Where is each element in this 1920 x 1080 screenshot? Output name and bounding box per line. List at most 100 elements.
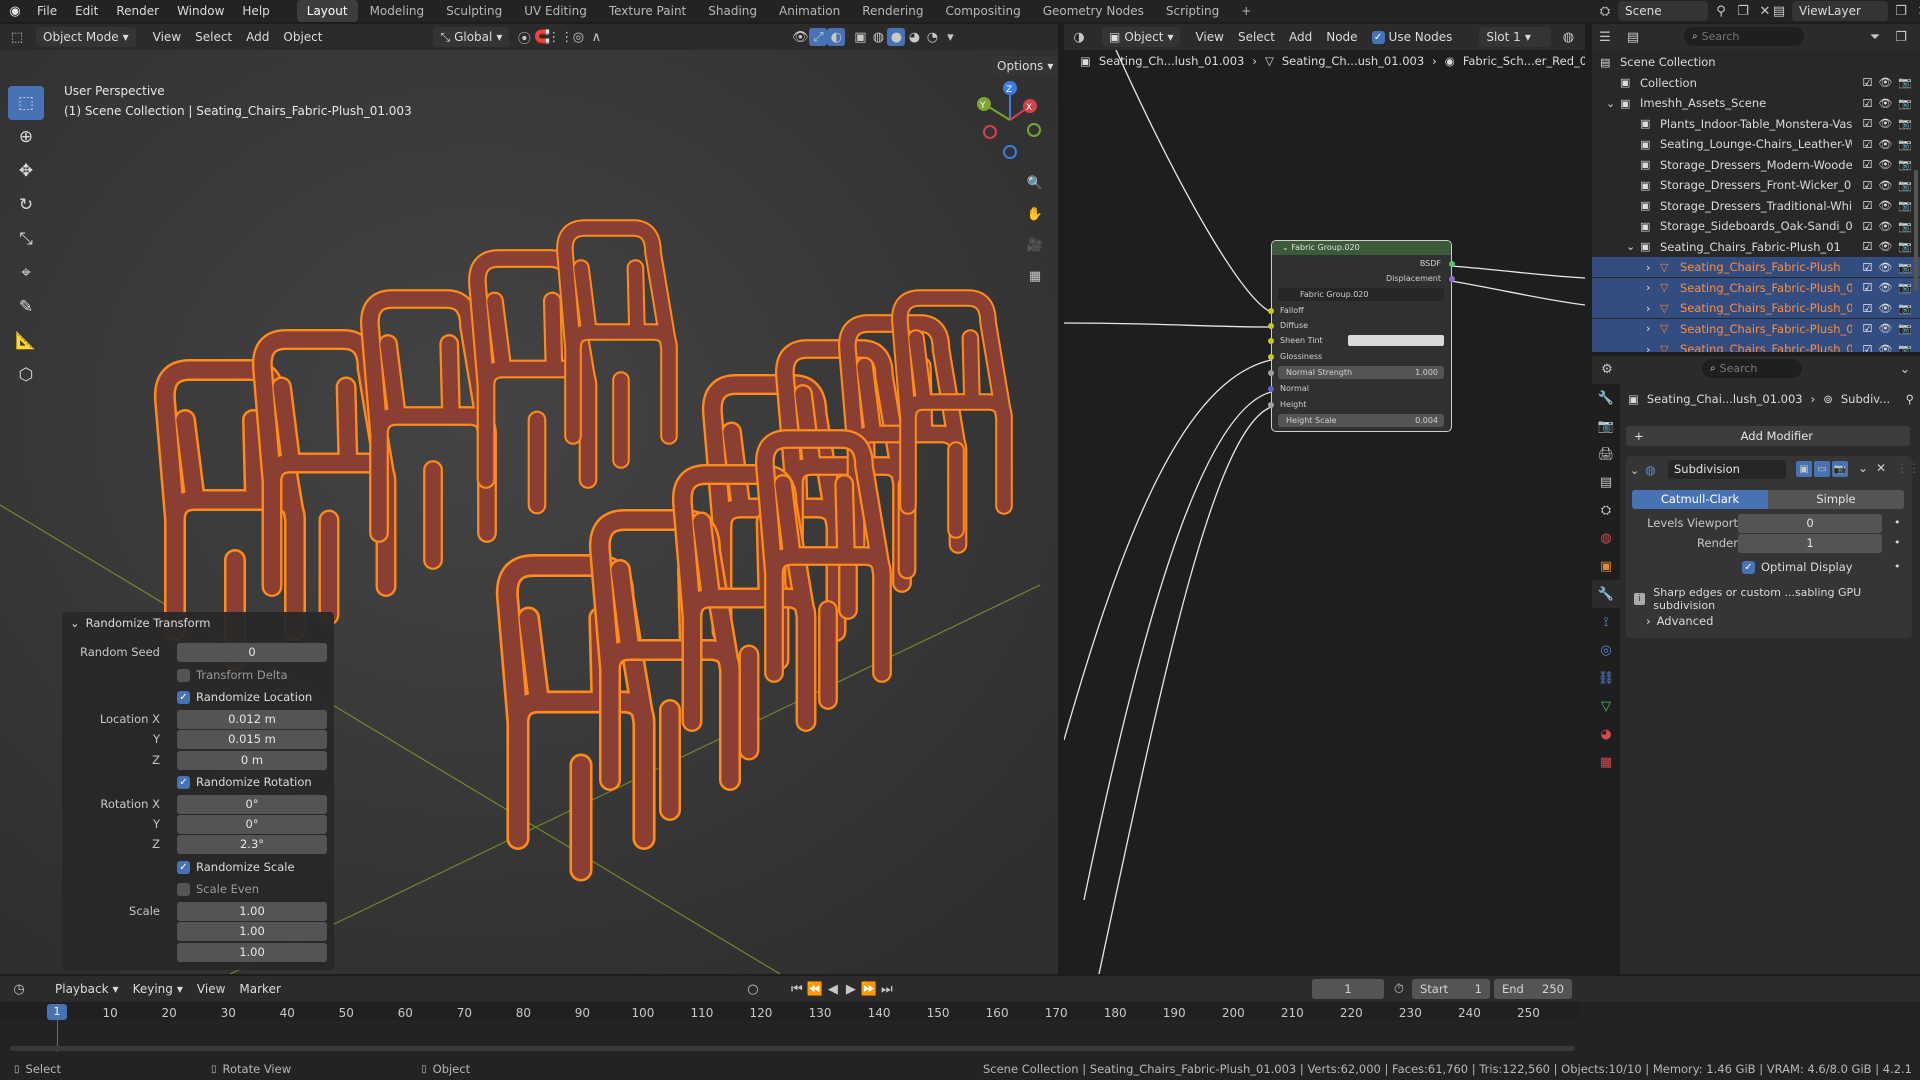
outliner-row[interactable]: ⌄ ▣ Imeshh_Assets_Scene ☑ 👁 📷 (1592, 93, 1920, 113)
editor-type-icon[interactable]: ⬚ (8, 28, 26, 46)
scale-y-field[interactable]: 1.00 (177, 921, 327, 941)
add-modifier-button[interactable]: + Add Modifier (1626, 426, 1910, 446)
select-box-icon[interactable]: ⬚ (8, 86, 44, 120)
catmull-clark-button[interactable]: Catmull-Clark (1632, 490, 1768, 509)
tab-scripting[interactable]: Scripting (1156, 0, 1229, 22)
eye-icon[interactable]: 👁 (1878, 199, 1892, 212)
keying-menu[interactable]: Keying ▾ (126, 979, 190, 999)
marker-menu[interactable]: Marker (232, 979, 287, 999)
outliner-row[interactable]: › ▽ Seating_Chairs_Fabric-Plush ☑ 👁 📷 (1592, 257, 1920, 277)
outliner-row[interactable]: › ▽ Seating_Chairs_Fabric-Plush_01 ☑ 👁 📷 (1592, 277, 1920, 298)
tab-shading[interactable]: Shading (698, 0, 767, 22)
blender-logo-icon[interactable]: ◉ (6, 2, 24, 20)
panel-header[interactable]: ⌄ Randomize Transform (70, 616, 210, 630)
scale-even-checkbox[interactable]: Scale Even (177, 882, 259, 896)
close-icon[interactable]: ✕ (1876, 461, 1886, 475)
location-x-field[interactable]: 0.012 m (177, 709, 327, 729)
outliner[interactable]: ▤ Scene Collection ▣ Collection ☑ 👁 📷 ⌄ ▣ Imeshh_… (1592, 50, 1920, 352)
gizmo-neg-x-handle[interactable] (983, 125, 997, 139)
camera-icon[interactable]: 📷 (1898, 302, 1912, 315)
node-menu-view[interactable]: View (1188, 27, 1230, 47)
rotation-x-field[interactable]: 0° (177, 794, 327, 814)
fabric-group-node[interactable]: ⌄ Fabric Group.020 BSDF Displacement Fab… (1268, 240, 1455, 432)
chevron-down-icon[interactable]: ⌄ (1858, 461, 1868, 475)
particles-tab-icon[interactable]: ⟟ (1592, 608, 1620, 636)
options-button[interactable]: Options ▾ (990, 56, 1058, 76)
tab-sculpting[interactable]: Sculpting (436, 0, 512, 22)
expand-toggle-icon[interactable]: › (1646, 343, 1650, 353)
outliner-row[interactable]: › ▽ Seating_Chairs_Fabric-Plush_01 ☑ 👁 📷 (1592, 298, 1920, 318)
expand-toggle-icon[interactable]: ⌄ (1626, 240, 1635, 253)
texture-tab-icon[interactable]: ▦ (1592, 748, 1620, 776)
jump-end-icon[interactable]: ⏭ (878, 980, 896, 998)
new-collection-icon[interactable]: ❐ (1892, 28, 1910, 46)
playhead-indicator[interactable]: 1 (47, 1004, 67, 1020)
use-nodes-checkbox[interactable]: ✓ Use Nodes (1365, 27, 1460, 47)
shading-rendered-icon[interactable]: ◔ (923, 28, 941, 46)
pin-icon[interactable]: ⚲ (1906, 392, 1914, 406)
transform-icon[interactable]: ⌖ (8, 256, 44, 290)
outliner-row[interactable]: ▣ Storage_Sideboards_Oak-Sandi_01 ☑ 👁 📷 (1592, 216, 1920, 236)
eye-icon[interactable]: 👁 (1878, 322, 1892, 335)
exclude-checkbox-icon[interactable]: ☑ (1862, 240, 1872, 253)
end-frame-field[interactable]: End 250 (1494, 979, 1572, 999)
add-workspace-icon[interactable]: + (1231, 0, 1261, 22)
modifier-name-field[interactable]: Subdivision (1668, 460, 1786, 479)
delete-viewlayer-icon[interactable]: ✕ (1914, 2, 1920, 20)
node-menu-node[interactable]: Node (1319, 27, 1364, 47)
exclude-checkbox-icon[interactable]: ☑ (1862, 97, 1872, 110)
socket-sheen-tint[interactable] (1268, 338, 1274, 344)
world-tab-icon[interactable]: ◍ (1592, 524, 1620, 552)
simple-button[interactable]: Simple (1768, 490, 1904, 509)
exclude-checkbox-icon[interactable]: ☑ (1862, 199, 1872, 212)
menu-view[interactable]: View (146, 27, 188, 47)
normal-strength-field[interactable]: Normal Strength 1.000 (1268, 366, 1444, 379)
exclude-checkbox-icon[interactable]: ☑ (1862, 158, 1872, 171)
viewlayer-name-field[interactable]: ViewLayer (1792, 1, 1888, 21)
menu-select[interactable]: Select (188, 27, 239, 47)
tab-animation[interactable]: Animation (769, 0, 850, 22)
render-tab-icon[interactable]: 📷 (1592, 412, 1620, 440)
menu-render[interactable]: Render (107, 0, 168, 22)
new-scene-icon[interactable]: ❐ (1734, 2, 1752, 20)
auto-keying-icon[interactable]: ○ (744, 980, 762, 998)
visibility-filter-icon[interactable]: 👁 (791, 28, 809, 46)
timeline-scrollbar[interactable] (10, 1046, 1575, 1051)
height-scale-field[interactable]: Height Scale 0.004 (1278, 414, 1444, 427)
expand-toggle-icon[interactable]: ⌄ (1606, 97, 1615, 110)
socket-normal-strength[interactable] (1268, 370, 1274, 376)
socket-diffuse[interactable] (1268, 323, 1274, 329)
pin-icon[interactable]: ⚲ (1712, 2, 1730, 20)
tab-modeling[interactable]: Modeling (360, 0, 435, 22)
camera-icon[interactable]: 📷 (1898, 117, 1912, 130)
camera-icon[interactable]: 📷 (1898, 138, 1912, 151)
exclude-checkbox-icon[interactable]: ☑ (1862, 220, 1872, 233)
camera-icon[interactable]: 📷 (1898, 179, 1912, 192)
material-tab-icon[interactable]: ◕ (1592, 720, 1620, 748)
add-cube-icon[interactable]: ⬡ (8, 358, 44, 392)
jump-start-icon[interactable]: ⏮ (788, 980, 806, 998)
eye-icon[interactable]: 👁 (1878, 179, 1892, 192)
start-frame-field[interactable]: Start 1 (1412, 979, 1490, 999)
timeline-editor-icon[interactable]: ◷ (10, 980, 28, 998)
scale-icon[interactable]: ⤡ (8, 222, 44, 256)
stopwatch-icon[interactable]: ⏱ (1390, 980, 1408, 998)
gizmo-toggle-icon[interactable]: ⤢ (809, 28, 828, 46)
orientation-dropdown[interactable]: ⤡ Global ▾ (433, 27, 510, 47)
outliner-row[interactable]: ▣ Plants_Indoor-Table_Monstera-Vas ☑ 👁 📷 (1592, 114, 1920, 134)
node-group-selector[interactable]: Fabric Group.020 (1278, 288, 1444, 301)
play-icon[interactable]: ▶ (842, 980, 860, 998)
outliner-row[interactable]: › ▽ Seating_Chairs_Fabric-Plush_01 ☑ 👁 📷 (1592, 318, 1920, 339)
display-mode-icon[interactable]: ▤ (1624, 28, 1642, 46)
scene-tab-icon[interactable]: ⛭ (1592, 496, 1620, 524)
socket-normal[interactable] (1268, 386, 1274, 392)
eye-icon[interactable]: 👁 (1878, 240, 1892, 253)
eye-icon[interactable]: 👁 (1878, 138, 1892, 151)
breadcrumb-material[interactable]: Fabric_Sch...er_Red_01 (1463, 54, 1585, 68)
camera-icon[interactable]: 📷 (1898, 220, 1912, 233)
node-menu-select[interactable]: Select (1231, 27, 1282, 47)
randomize-scale-checkbox[interactable]: ✓ Randomize Scale (177, 860, 295, 874)
render-toggle-icon[interactable]: 📷 (1832, 461, 1848, 477)
exclude-checkbox-icon[interactable]: ☑ (1862, 322, 1872, 335)
expand-toggle-icon[interactable]: › (1646, 281, 1650, 294)
